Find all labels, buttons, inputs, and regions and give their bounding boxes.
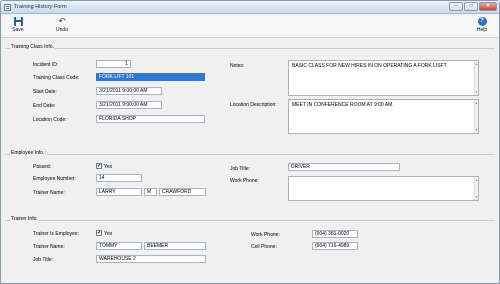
employee-job-title-label: Job Title:: [230, 166, 251, 172]
minimize-button[interactable]: –: [449, 2, 463, 11]
employee-number-label: Employee Number:: [33, 176, 76, 182]
save-button[interactable]: Save: [6, 17, 30, 33]
notes-text: BASIC CLASS FOR NEW HIRES IN ON OPERATIN…: [292, 63, 447, 69]
trainer-work-phone-field[interactable]: (904) 381-0020: [312, 230, 358, 238]
app-form-icon: [4, 4, 11, 11]
undo-label: Undo: [56, 27, 68, 33]
employee-number-field[interactable]: 14: [96, 174, 142, 182]
notes-scrollbar[interactable]: [474, 61, 478, 95]
help-label: Help: [476, 27, 488, 33]
maximize-button[interactable]: □: [464, 2, 478, 11]
class-code-label: Training Class Code:: [33, 75, 80, 81]
trainer-group: Trainer Info.: [5, 216, 495, 270]
end-date-field[interactable]: 3/21/2011 9:00:00 AM: [96, 101, 162, 109]
employee-trainer-name-label: Trainer Name:: [33, 190, 65, 196]
employee-job-title-field[interactable]: DRIVER: [288, 163, 400, 171]
end-date-label: End Date:: [33, 103, 56, 109]
trainer-name-label: Trainer Name:: [33, 244, 65, 250]
trainer-work-phone-label: Work Phone:: [251, 232, 280, 238]
notes-label: Notes:: [230, 63, 245, 69]
passed-label: Passed:: [33, 164, 52, 170]
location-description-textarea[interactable]: MEET IN CONFERENCE ROOM AT 9:00 AM.: [288, 99, 479, 134]
window-title: Training History Form: [14, 4, 67, 10]
passed-yes-label: Yes: [104, 164, 113, 170]
location-code-field[interactable]: FLORIDA SHOP: [96, 115, 205, 123]
notes-textarea[interactable]: BASIC CLASS FOR NEW HIRES IN ON OPERATIN…: [288, 60, 479, 96]
undo-button[interactable]: ↶ Undo: [50, 16, 74, 34]
trainer-job-title-field[interactable]: WAREHOUSE 2: [96, 255, 206, 263]
close-button[interactable]: ✕: [479, 2, 497, 11]
employee-first-name-field[interactable]: LARRY: [96, 188, 142, 196]
employee-middle-initial-field[interactable]: M: [144, 188, 157, 196]
location-description-scrollbar[interactable]: [474, 100, 478, 133]
window-controls: – □ ✕: [449, 2, 497, 11]
trainer-job-title-label: Job Title:: [33, 257, 54, 263]
toolbar: Save ↶ Undo ? Help: [1, 15, 499, 38]
help-icon: ?: [477, 17, 487, 26]
trainer-is-employee-label: Trainer Is Employee:: [33, 231, 79, 237]
training-history-window: Training History Form – □ ✕ Save ↶ Undo …: [0, 0, 500, 284]
employee-work-phone-scrollbar[interactable]: [474, 177, 478, 200]
location-description-label: Location Description:: [230, 102, 277, 108]
title-bar[interactable]: Training History Form – □ ✕: [1, 1, 499, 14]
start-date-field[interactable]: 3/21/2011 9:00:00 AM: [96, 87, 162, 95]
incident-id-label: Incident ID:: [33, 62, 59, 68]
trainer-cell-phone-field[interactable]: (904) 716-4989: [312, 242, 358, 250]
save-icon: [13, 17, 23, 26]
save-label: Save: [12, 27, 24, 33]
trainer-is-employee-checkbox[interactable]: ✔: [96, 230, 102, 236]
employee-work-phone-field[interactable]: [288, 176, 479, 201]
trainer-first-name-field[interactable]: TOMMY: [96, 242, 142, 250]
trainer-cell-phone-label: Cell Phone:: [251, 244, 277, 250]
location-description-text: MEET IN CONFERENCE ROOM AT 9:00 AM.: [292, 102, 394, 108]
training-class-group-title: Training Class Info.: [10, 44, 55, 50]
incident-id-field[interactable]: 1: [96, 60, 131, 68]
trainer-is-employee-yes-label: Yes: [104, 231, 113, 237]
start-date-label: Start Date:: [33, 89, 57, 95]
help-button[interactable]: ? Help: [470, 17, 494, 33]
location-code-label: Location Code:: [33, 117, 67, 123]
trainer-group-title: Trainer Info.: [10, 216, 39, 222]
employee-group-title: Employee Info.:: [10, 150, 47, 156]
trainer-last-name-field[interactable]: BEEMER: [144, 242, 206, 250]
undo-icon: ↶: [58, 16, 66, 26]
employee-work-phone-label: Work Phone:: [230, 178, 259, 184]
employee-last-name-field[interactable]: CRAWFORD: [159, 188, 206, 196]
passed-checkbox[interactable]: ✔: [96, 163, 102, 169]
class-code-field[interactable]: FORK LIFT 101: [96, 73, 205, 81]
